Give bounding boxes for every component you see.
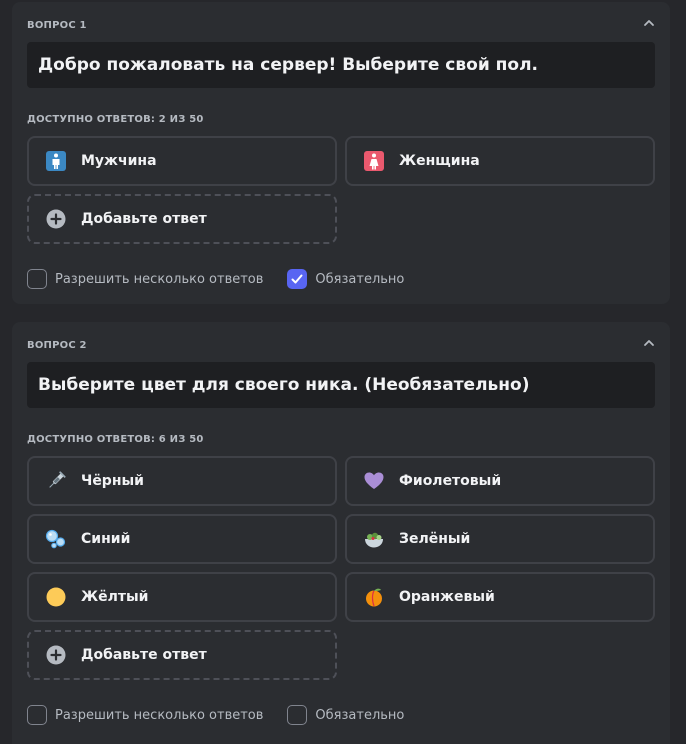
yellow-circle-icon xyxy=(45,586,67,608)
purple-heart-icon xyxy=(363,470,385,492)
question-title-input[interactable]: Выберите цвет для своего ника. (Необязат… xyxy=(27,362,655,408)
question-card-2: ВОПРОС 2 Выберите цвет для своего ника. … xyxy=(12,322,670,744)
question-settings: Разрешить несколько ответов Обязательно xyxy=(27,269,428,289)
checkbox-box xyxy=(27,269,47,289)
answer-label: Мужчина xyxy=(81,153,157,169)
question-card-1: ВОПРОС 1 Добро пожаловать на сервер! Выб… xyxy=(12,2,670,304)
question-title-input[interactable]: Добро пожаловать на сервер! Выберите сво… xyxy=(27,42,655,88)
man-sign-icon xyxy=(45,150,67,172)
add-answer-label: Добавьте ответ xyxy=(81,647,207,663)
collapse-button[interactable] xyxy=(642,336,656,350)
plus-circle-icon xyxy=(45,644,67,666)
answer-option[interactable]: Жёлтый xyxy=(27,572,337,622)
bubbles-icon xyxy=(45,528,67,550)
answer-label: Женщина xyxy=(399,153,480,169)
woman-sign-icon xyxy=(363,150,385,172)
syringe-icon xyxy=(45,470,67,492)
answer-option[interactable]: Чёрный xyxy=(27,456,337,506)
available-answers-count: ДОСТУПНО ОТВЕТОВ: 6 ИЗ 50 xyxy=(27,434,204,445)
onboarding-questions: ВОПРОС 1 Добро пожаловать на сервер! Выб… xyxy=(0,0,686,744)
checkbox-box xyxy=(27,705,47,725)
allow-multiple-checkbox[interactable]: Разрешить несколько ответов xyxy=(27,705,263,725)
add-answer-label: Добавьте ответ xyxy=(81,211,207,227)
answer-label: Чёрный xyxy=(81,473,144,489)
chevron-up-icon xyxy=(644,20,654,26)
plus-circle-icon xyxy=(45,208,67,230)
answer-option[interactable]: Синий xyxy=(27,514,337,564)
question-settings: Разрешить несколько ответов Обязательно xyxy=(27,705,428,725)
answer-option[interactable]: Оранжевый xyxy=(345,572,655,622)
answer-option[interactable]: Фиолетовый xyxy=(345,456,655,506)
allow-multiple-label: Разрешить несколько ответов xyxy=(55,271,264,287)
answer-option[interactable]: Мужчина xyxy=(27,136,337,186)
checkbox-box xyxy=(287,705,308,725)
answer-option[interactable]: Зелёный xyxy=(345,514,655,564)
answer-option[interactable]: Женщина xyxy=(345,136,655,186)
answer-label: Синий xyxy=(81,531,131,547)
allow-multiple-label: Разрешить несколько ответов xyxy=(55,707,264,723)
chevron-up-icon xyxy=(644,340,654,346)
collapse-button[interactable] xyxy=(642,16,656,30)
question-label: ВОПРОС 2 xyxy=(27,340,87,351)
answer-label: Зелёный xyxy=(399,531,471,547)
available-answers-count: ДОСТУПНО ОТВЕТОВ: 2 ИЗ 50 xyxy=(27,114,204,125)
required-checkbox[interactable]: Обязательно xyxy=(287,705,404,725)
add-answer-button[interactable]: Добавьте ответ xyxy=(27,194,337,244)
answer-label: Оранжевый xyxy=(399,589,495,605)
answer-label: Жёлтый xyxy=(81,589,149,605)
required-checkbox[interactable]: Обязательно xyxy=(287,269,404,289)
checkmark-icon xyxy=(291,274,303,284)
salad-icon xyxy=(363,528,385,550)
allow-multiple-checkbox[interactable]: Разрешить несколько ответов xyxy=(27,269,263,289)
answer-label: Фиолетовый xyxy=(399,473,502,489)
add-answer-button[interactable]: Добавьте ответ xyxy=(27,630,337,680)
required-label: Обязательно xyxy=(315,271,405,287)
checkbox-box-checked xyxy=(287,269,308,289)
question-label: ВОПРОС 1 xyxy=(27,20,87,31)
required-label: Обязательно xyxy=(315,707,405,723)
peach-icon xyxy=(363,586,385,608)
